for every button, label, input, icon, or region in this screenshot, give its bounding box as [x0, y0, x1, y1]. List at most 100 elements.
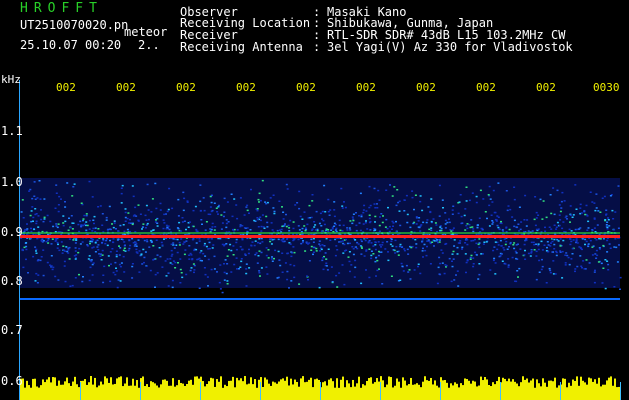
noise-speck [390, 238, 393, 240]
amplitude-bar [414, 384, 416, 400]
noise-speck [75, 239, 78, 241]
noise-speck [527, 252, 530, 255]
noise-speck [430, 227, 433, 229]
noise-speck [304, 227, 307, 229]
noise-speck [161, 266, 164, 268]
noise-speck [190, 267, 193, 269]
amplitude-bar [94, 377, 96, 400]
noise-speck [390, 275, 393, 277]
amplitude-bar [532, 378, 534, 400]
noise-speck [438, 215, 441, 217]
noise-speck [399, 224, 402, 227]
noise-speck [124, 244, 126, 246]
noise-speck [174, 267, 177, 269]
noise-speck [114, 261, 117, 264]
noise-speck [54, 275, 57, 278]
noise-speck [502, 230, 505, 233]
time-tick-mark [620, 382, 621, 400]
amplitude-bar [418, 384, 420, 400]
noise-speck [602, 244, 605, 247]
noise-speck [403, 248, 406, 250]
noise-speck [118, 245, 120, 247]
noise-speck [425, 221, 428, 224]
noise-speck [142, 248, 145, 251]
noise-speck [341, 207, 344, 209]
amplitude-bar [342, 376, 344, 400]
amplitude-bar [450, 383, 452, 400]
noise-speck [111, 223, 113, 225]
noise-speck [368, 214, 371, 216]
noise-speck [304, 250, 307, 252]
noise-speck [292, 227, 295, 230]
noise-speck [555, 228, 558, 230]
noise-speck [456, 246, 459, 249]
noise-speck [327, 248, 330, 250]
noise-speck [466, 239, 469, 241]
noise-speck [74, 242, 77, 244]
time-tick-label: 002 [296, 81, 316, 94]
noise-speck [186, 201, 189, 203]
noise-speck [137, 204, 140, 206]
noise-speck [88, 255, 91, 257]
noise-speck [115, 267, 117, 269]
noise-speck [258, 201, 260, 203]
noise-speck [375, 257, 377, 259]
noise-speck [236, 229, 239, 231]
noise-speck [140, 254, 143, 256]
amplitude-bar [558, 385, 560, 400]
noise-speck [236, 217, 239, 220]
noise-speck [343, 243, 346, 246]
noise-speck [571, 216, 574, 218]
noise-speck [218, 281, 221, 284]
noise-speck [64, 206, 67, 208]
noise-speck [494, 273, 497, 275]
noise-speck [122, 255, 125, 258]
noise-speck [484, 211, 487, 213]
time-tick-mark [560, 382, 561, 400]
noise-speck [591, 201, 594, 203]
noise-speck [179, 258, 182, 260]
noise-speck [35, 248, 38, 251]
noise-speck [266, 226, 269, 228]
amplitude-bar [232, 376, 234, 400]
noise-speck [286, 252, 289, 254]
noise-speck [141, 263, 144, 265]
noise-speck [126, 217, 129, 220]
noise-speck [591, 229, 594, 231]
amplitude-bar [390, 377, 392, 400]
amplitude-bar [176, 385, 178, 400]
noise-speck [352, 213, 355, 215]
noise-speck [83, 214, 86, 217]
noise-speck [554, 273, 557, 275]
noise-speck [329, 209, 332, 211]
noise-speck [104, 242, 107, 245]
noise-speck [35, 250, 37, 252]
amplitude-bar [264, 377, 266, 400]
noise-speck [374, 207, 377, 209]
noise-speck [273, 238, 276, 241]
amplitude-bar [360, 387, 362, 400]
noise-speck [290, 255, 293, 258]
amplitude-bar [536, 379, 538, 400]
noise-speck [346, 229, 349, 231]
noise-speck [156, 217, 159, 220]
noise-speck [340, 187, 343, 190]
noise-speck [587, 243, 590, 245]
noise-speck [417, 265, 419, 268]
noise-speck [67, 252, 70, 254]
noise-speck [114, 273, 117, 276]
noise-speck [135, 248, 138, 251]
noise-speck [468, 199, 471, 202]
noise-speck [550, 228, 553, 230]
noise-speck [165, 228, 168, 230]
amplitude-bar [314, 379, 316, 400]
noise-speck [102, 274, 105, 276]
noise-speck [323, 184, 326, 187]
noise-speck [169, 258, 172, 260]
amplitude-bar [616, 387, 618, 400]
noise-speck [569, 243, 572, 246]
noise-speck [374, 241, 377, 244]
amplitude-bar [454, 382, 456, 400]
noise-speck [373, 238, 376, 240]
noise-speck [91, 239, 93, 242]
